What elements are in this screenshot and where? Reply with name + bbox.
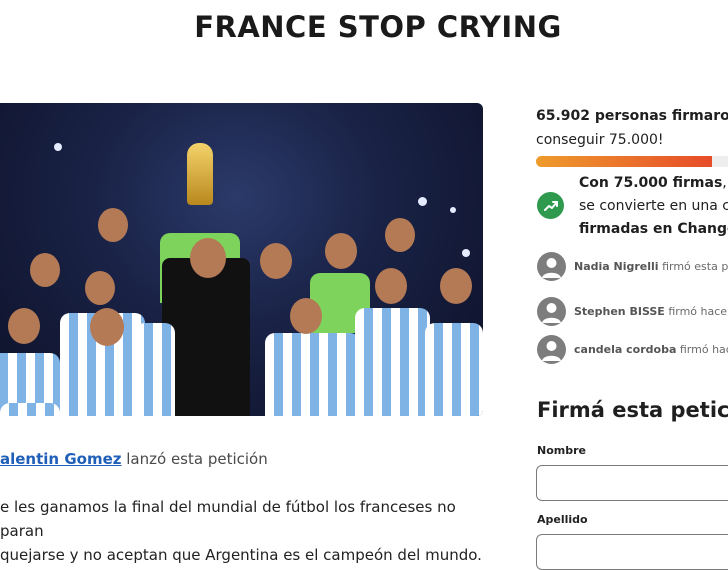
recent-signer: Stephen BISSE firmó hace 1 [537, 296, 728, 326]
signer-name: candela cordoba [574, 342, 677, 356]
avatar-icon [537, 251, 566, 281]
recent-signer: candela cordoba firmó hace [537, 334, 728, 364]
recent-signer: Nadia Nigrelli firmó esta pe [537, 251, 728, 281]
signature-count: 65.902 personas firmaron conseguir 75.00… [536, 104, 728, 152]
milestone-line: se convierte en una c [579, 198, 728, 214]
milestone-text: Con 75.000 firmas, e se convierte en una… [579, 172, 728, 241]
starter-name-link[interactable]: alentin Gomez [0, 450, 121, 468]
signer-name: Nadia Nigrelli [574, 259, 659, 273]
avatar-icon [537, 296, 566, 326]
starter-action: lanzó esta petición [126, 450, 268, 468]
last-name-field[interactable] [536, 534, 728, 570]
signature-count-text: 65.902 personas firmaron [536, 108, 728, 124]
milestone-bold: Con 75.000 firmas [579, 175, 723, 191]
petition-title: FRANCE STOP CRYING [194, 10, 562, 44]
signer-name: Stephen BISSE [574, 304, 665, 318]
trending-up-icon [537, 192, 564, 219]
signature-goal-text: conseguir 75.000! [536, 132, 664, 148]
signer-action: firmó hace [679, 342, 728, 356]
petition-image [0, 103, 483, 416]
last-name-label: Apellido [537, 513, 588, 526]
avatar-icon [537, 334, 566, 364]
signer-action: firmó esta pe [662, 259, 728, 273]
first-name-field[interactable] [536, 465, 728, 501]
milestone-bold: firmadas en Change [579, 221, 728, 237]
signer-action: firmó hace 1 [668, 304, 728, 318]
first-name-label: Nombre [537, 444, 586, 457]
petition-description: e les ganamos la final del mundial de fú… [0, 495, 490, 567]
description-line: e les ganamos la final del mundial de fú… [0, 498, 456, 540]
milestone-rest: , e [722, 175, 728, 191]
petition-starter: alentin Gomez lanzó esta petición [0, 450, 268, 468]
signature-progress-bar [536, 156, 728, 167]
signature-progress-fill [536, 156, 712, 167]
sign-form-title: Firmá esta petici [537, 398, 728, 422]
description-line: quejarse y no aceptan que Argentina es e… [0, 546, 482, 564]
